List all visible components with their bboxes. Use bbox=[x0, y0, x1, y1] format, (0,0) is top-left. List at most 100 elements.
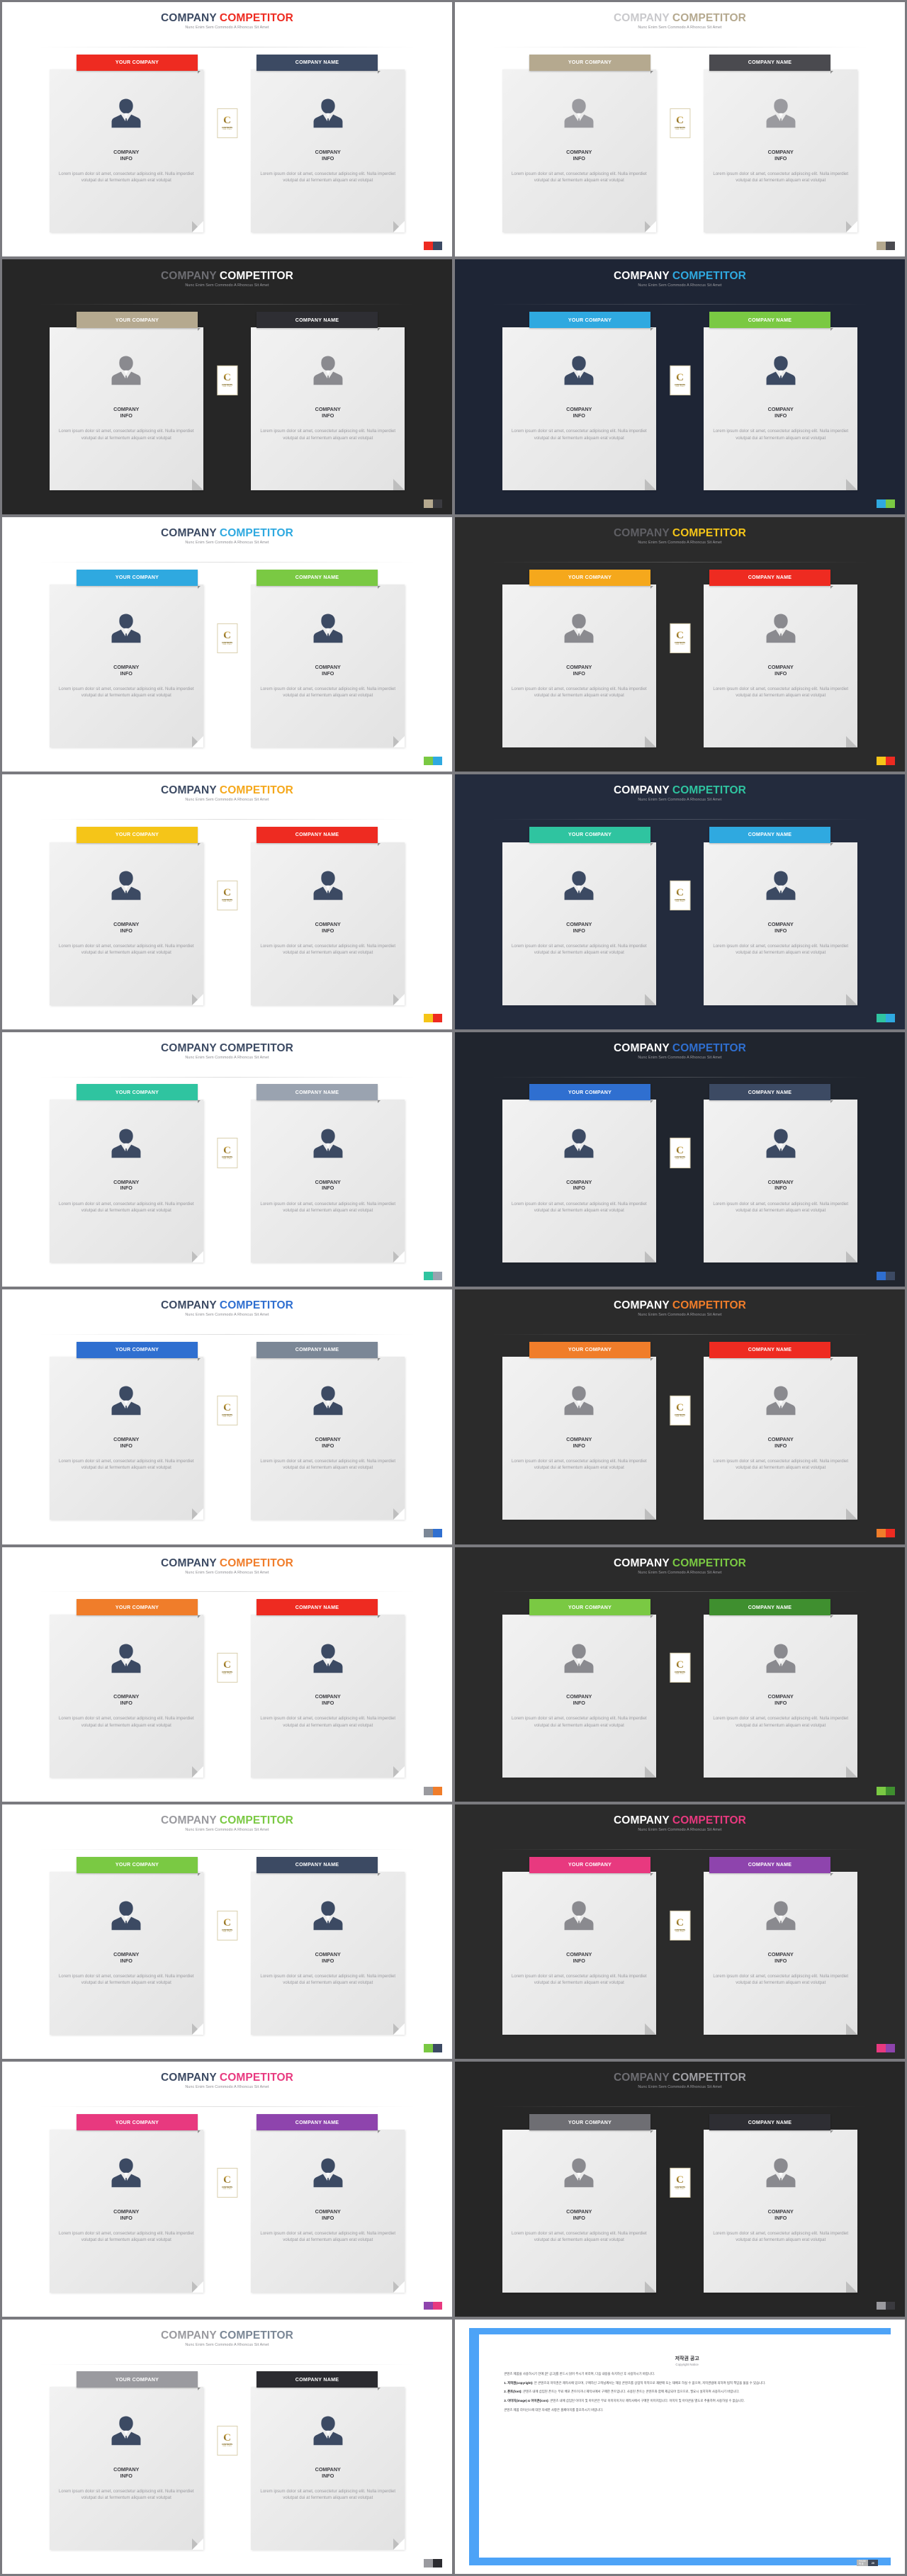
company-card-left[interactable]: COMPANY INFO Lorem ipsum dolor sit amet, c… bbox=[502, 584, 656, 748]
company-card-right[interactable]: COMPANY INFO Lorem ipsum dolor sit amet, c… bbox=[704, 842, 858, 1005]
slide-7[interactable]: COMPANY COMPETITOR Nunc Enim Sem Commodo … bbox=[2, 774, 452, 1029]
left-ribbon-label[interactable]: YOUR COMPANY bbox=[529, 1599, 654, 1619]
right-ribbon-label[interactable]: COMPANY NAME bbox=[709, 54, 834, 74]
right-ribbon-label[interactable]: COMPANY NAME bbox=[256, 312, 381, 332]
slide-17[interactable]: COMPANY COMPETITOR Nunc Enim Sem Commodo … bbox=[2, 2062, 452, 2317]
left-ribbon-label[interactable]: YOUR COMPANY bbox=[76, 2114, 201, 2134]
company-card-left[interactable]: COMPANY INFO Lorem ipsum dolor sit amet, c… bbox=[502, 327, 656, 490]
ribbon-tail bbox=[378, 585, 381, 589]
right-ribbon-label[interactable]: COMPANY NAME bbox=[256, 1856, 381, 1876]
company-card-left[interactable]: COMPANY INFO Lorem ipsum dolor sit amet, c… bbox=[49, 1099, 203, 1262]
slide-4[interactable]: COMPANY COMPETITOR Nunc Enim Sem Commodo … bbox=[455, 259, 905, 514]
slide-5[interactable]: COMPANY COMPETITOR Nunc Enim Sem Commodo … bbox=[2, 516, 452, 772]
slide-14[interactable]: COMPANY COMPETITOR Nunc Enim Sem Commodo … bbox=[455, 1547, 905, 1802]
right-ribbon-label[interactable]: COMPANY NAME bbox=[256, 1599, 381, 1619]
company-card-left[interactable]: COMPANY INFO Lorem ipsum dolor sit amet, c… bbox=[502, 2129, 656, 2293]
left-ribbon-label[interactable]: YOUR COMPANY bbox=[529, 2114, 654, 2134]
company-card-left[interactable]: COMPANY INFO Lorem ipsum dolor sit amet, c… bbox=[49, 2129, 203, 2293]
company-card-right[interactable]: COMPANY INFO Lorem ipsum dolor sit amet, c… bbox=[251, 327, 405, 490]
slide-10[interactable]: COMPANY COMPETITOR Nunc Enim Sem Commodo … bbox=[455, 1032, 905, 1287]
slide-11[interactable]: COMPANY COMPETITOR Nunc Enim Sem Commodo … bbox=[2, 1289, 452, 1544]
company-card-right[interactable]: COMPANY INFO Lorem ipsum dolor sit amet, c… bbox=[704, 1099, 858, 1262]
slide-2[interactable]: COMPANY COMPETITOR Nunc Enim Sem Commodo … bbox=[455, 2, 905, 257]
company-card-right[interactable]: COMPANY INFO Lorem ipsum dolor sit amet, c… bbox=[704, 2129, 858, 2293]
right-ribbon-label[interactable]: COMPANY NAME bbox=[709, 2114, 834, 2134]
company-card-right[interactable]: COMPANY INFO Lorem ipsum dolor sit amet, c… bbox=[251, 69, 405, 233]
slide-13[interactable]: COMPANY COMPETITOR Nunc Enim Sem Commodo … bbox=[2, 1547, 452, 1802]
company-card-left[interactable]: COMPANY INFO Lorem ipsum dolor sit amet, c… bbox=[502, 1614, 656, 1778]
company-card-right[interactable]: COMPANY INFO Lorem ipsum dolor sit amet, c… bbox=[704, 1357, 858, 1520]
left-ribbon-label[interactable]: YOUR COMPANY bbox=[529, 1856, 654, 1876]
company-card-right[interactable]: COMPANY INFO Lorem ipsum dolor sit amet, c… bbox=[251, 1357, 405, 1520]
card-corner-fold bbox=[191, 1508, 203, 1520]
left-ribbon-label[interactable]: YOUR COMPANY bbox=[76, 1599, 201, 1619]
left-ribbon-text: YOUR COMPANY bbox=[115, 1604, 159, 1610]
right-ribbon-label[interactable]: COMPANY NAME bbox=[256, 54, 381, 74]
company-card-left[interactable]: COMPANY INFO Lorem ipsum dolor sit amet, c… bbox=[502, 1872, 656, 2035]
company-card-right[interactable]: COMPANY INFO Lorem ipsum dolor sit amet, c… bbox=[704, 327, 858, 490]
company-card-left[interactable]: COMPANY INFO Lorem ipsum dolor sit amet, c… bbox=[49, 327, 203, 490]
right-ribbon-label[interactable]: COMPANY NAME bbox=[709, 826, 834, 846]
slide-12[interactable]: COMPANY COMPETITOR Nunc Enim Sem Commodo … bbox=[455, 1289, 905, 1544]
right-ribbon-label[interactable]: COMPANY NAME bbox=[709, 1856, 834, 1876]
company-card-right[interactable]: COMPANY INFO Lorem ipsum dolor sit amet, c… bbox=[251, 1614, 405, 1778]
left-ribbon-label[interactable]: YOUR COMPANY bbox=[76, 312, 201, 332]
company-card-right[interactable]: COMPANY INFO Lorem ipsum dolor sit amet, c… bbox=[251, 1872, 405, 2035]
company-card-left[interactable]: COMPANY INFO Lorem ipsum dolor sit amet, c… bbox=[49, 1872, 203, 2035]
left-ribbon-label[interactable]: YOUR COMPANY bbox=[76, 1084, 201, 1104]
slide-1[interactable]: COMPANY COMPETITOR Nunc Enim Sem Commodo … bbox=[2, 2, 452, 257]
left-ribbon-label[interactable]: YOUR COMPANY bbox=[76, 1341, 201, 1361]
company-card-right[interactable]: COMPANY INFO Lorem ipsum dolor sit amet, c… bbox=[704, 584, 858, 748]
right-ribbon-label[interactable]: COMPANY NAME bbox=[256, 2114, 381, 2134]
company-card-left[interactable]: COMPANY INFO Lorem ipsum dolor sit amet, c… bbox=[502, 1357, 656, 1520]
left-ribbon-label[interactable]: YOUR COMPANY bbox=[529, 569, 654, 589]
company-card-left[interactable]: COMPANY INFO Lorem ipsum dolor sit amet, c… bbox=[502, 1099, 656, 1262]
left-ribbon-label[interactable]: YOUR COMPANY bbox=[76, 54, 201, 74]
slide-3[interactable]: COMPANY COMPETITOR Nunc Enim Sem Commodo … bbox=[2, 259, 452, 514]
right-ribbon-label[interactable]: COMPANY NAME bbox=[256, 826, 381, 846]
company-card-right[interactable]: COMPANY INFO Lorem ipsum dolor sit amet, c… bbox=[251, 584, 405, 748]
left-ribbon-label[interactable]: YOUR COMPANY bbox=[529, 1084, 654, 1104]
company-card-left[interactable]: COMPANY INFO Lorem ipsum dolor sit amet, c… bbox=[502, 69, 656, 233]
title-competitor: COMPETITOR bbox=[219, 2072, 293, 2084]
company-card-left[interactable]: COMPANY INFO Lorem ipsum dolor sit amet, c… bbox=[49, 2387, 203, 2550]
company-card-right[interactable]: COMPANY INFO Lorem ipsum dolor sit amet, c… bbox=[251, 1099, 405, 1262]
right-ribbon-label[interactable]: COMPANY NAME bbox=[256, 1341, 381, 1361]
company-card-right[interactable]: COMPANY INFO Lorem ipsum dolor sit amet, c… bbox=[251, 2129, 405, 2293]
left-ribbon-label[interactable]: YOUR COMPANY bbox=[76, 569, 201, 589]
company-card-left[interactable]: COMPANY INFO Lorem ipsum dolor sit amet, c… bbox=[49, 1614, 203, 1778]
left-ribbon-label[interactable]: YOUR COMPANY bbox=[76, 826, 201, 846]
left-ribbon-label[interactable]: YOUR COMPANY bbox=[529, 312, 654, 332]
left-ribbon-label[interactable]: YOUR COMPANY bbox=[529, 1341, 654, 1361]
company-card-right[interactable]: COMPANY INFO Lorem ipsum dolor sit amet, c… bbox=[704, 69, 858, 233]
right-ribbon-label[interactable]: COMPANY NAME bbox=[709, 1341, 834, 1361]
right-ribbon-label[interactable]: COMPANY NAME bbox=[256, 569, 381, 589]
slide-18[interactable]: COMPANY COMPETITOR Nunc Enim Sem Commodo … bbox=[455, 2062, 905, 2317]
left-ribbon-label[interactable]: YOUR COMPANY bbox=[529, 54, 654, 74]
company-card-right[interactable]: COMPANY INFO Lorem ipsum dolor sit amet, c… bbox=[251, 2387, 405, 2550]
right-ribbon-label[interactable]: COMPANY NAME bbox=[709, 1599, 834, 1619]
slide-6[interactable]: COMPANY COMPETITOR Nunc Enim Sem Commodo … bbox=[455, 516, 905, 772]
slide-9[interactable]: COMPANY COMPETITOR Nunc Enim Sem Commodo … bbox=[2, 1032, 452, 1287]
company-card-right[interactable]: COMPANY INFO Lorem ipsum dolor sit amet, c… bbox=[704, 1872, 858, 2035]
company-card-left[interactable]: COMPANY INFO Lorem ipsum dolor sit amet, c… bbox=[49, 69, 203, 233]
company-card-right[interactable]: COMPANY INFO Lorem ipsum dolor sit amet, c… bbox=[251, 842, 405, 1005]
slide-copyright-notice[interactable]: 저작권 공고 Copyright Notice 콘텐츠 제품을 사용하시기 전에 [… bbox=[455, 2319, 905, 2575]
right-ribbon-label[interactable]: COMPANY NAME bbox=[709, 1084, 834, 1104]
right-ribbon-label[interactable]: COMPANY NAME bbox=[709, 312, 834, 332]
right-ribbon-label[interactable]: COMPANY NAME bbox=[709, 569, 834, 589]
slide-19[interactable]: COMPANY COMPETITOR Nunc Enim Sem Commodo … bbox=[2, 2319, 452, 2575]
company-card-right[interactable]: COMPANY INFO Lorem ipsum dolor sit amet, c… bbox=[704, 1614, 858, 1778]
company-card-left[interactable]: COMPANY INFO Lorem ipsum dolor sit amet, c… bbox=[49, 842, 203, 1005]
company-card-left[interactable]: COMPANY INFO Lorem ipsum dolor sit amet, c… bbox=[502, 842, 656, 1005]
slide-8[interactable]: COMPANY COMPETITOR Nunc Enim Sem Commodo … bbox=[455, 774, 905, 1029]
company-card-left[interactable]: COMPANY INFO Lorem ipsum dolor sit amet, c… bbox=[49, 584, 203, 748]
left-ribbon-label[interactable]: YOUR COMPANY bbox=[529, 826, 654, 846]
right-ribbon-label[interactable]: COMPANY NAME bbox=[256, 2371, 381, 2391]
slide-15[interactable]: COMPANY COMPETITOR Nunc Enim Sem Commodo … bbox=[2, 1804, 452, 2060]
right-ribbon-label[interactable]: COMPANY NAME bbox=[256, 1084, 381, 1104]
left-ribbon-label[interactable]: YOUR COMPANY bbox=[76, 1856, 201, 1876]
left-ribbon-label[interactable]: YOUR COMPANY bbox=[76, 2371, 201, 2391]
slide-16[interactable]: COMPANY COMPETITOR Nunc Enim Sem Commodo … bbox=[455, 1804, 905, 2060]
company-card-left[interactable]: COMPANY INFO Lorem ipsum dolor sit amet, c… bbox=[49, 1357, 203, 1520]
